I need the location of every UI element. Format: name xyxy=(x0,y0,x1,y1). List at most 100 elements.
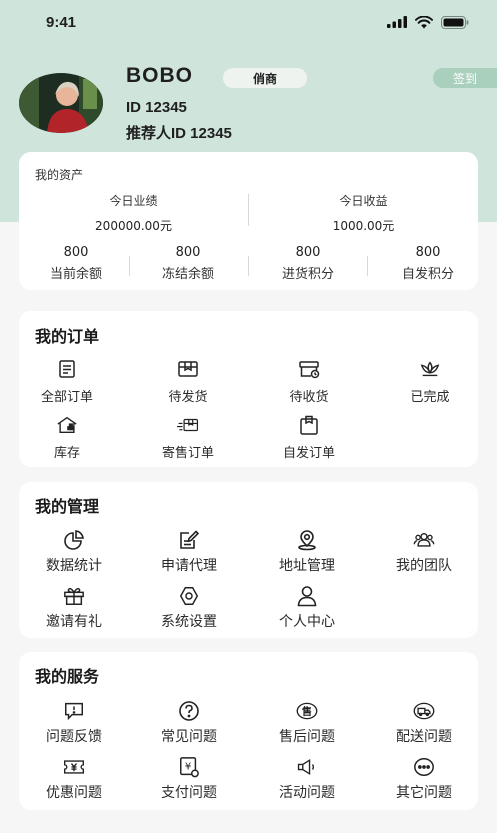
orders-title: 我的订单 xyxy=(35,327,100,346)
order-inventory[interactable]: 库存 xyxy=(19,414,115,461)
question-icon xyxy=(178,700,200,722)
order-to-ship[interactable]: 待发货 xyxy=(140,358,236,405)
referrer-id: 推荐人ID 12345 xyxy=(126,125,232,142)
bag-icon xyxy=(298,414,320,436)
grid-item-label: 申请代理 xyxy=(161,558,217,574)
divider xyxy=(129,256,130,276)
gear-icon xyxy=(178,585,200,607)
grid-item-label: 售后问题 xyxy=(279,729,335,745)
after-sale-glyph: 售 xyxy=(302,705,312,718)
service-after-sale[interactable]: 售 售后问题 xyxy=(259,700,355,746)
orders-card: 我的订单 全部订单 待发货 待收货 已完成 库存 寄售订单 自发订单 xyxy=(19,311,478,467)
grid-item-label: 库存 xyxy=(53,446,80,461)
balance-current[interactable]: 800 当前余额 xyxy=(19,245,133,282)
team-icon xyxy=(413,529,435,551)
edit-form-icon xyxy=(178,529,200,551)
grid-item-label: 全部订单 xyxy=(40,390,93,405)
delivery-box-icon xyxy=(298,358,320,380)
service-activity[interactable]: 活动问题 xyxy=(259,756,355,802)
today-income-value: 1000.00元 xyxy=(332,219,395,233)
service-other[interactable]: 其它问题 xyxy=(376,756,472,802)
mgmt-apply-agent[interactable]: 申请代理 xyxy=(141,529,237,575)
balance-value: 800 xyxy=(415,245,441,260)
battery-icon xyxy=(441,15,469,29)
order-self-issued[interactable]: 自发订单 xyxy=(261,414,357,461)
divider xyxy=(367,256,368,276)
order-all[interactable]: 全部订单 xyxy=(19,358,115,405)
grid-item-label: 活动问题 xyxy=(279,785,335,801)
role-badge: 俏商 xyxy=(223,68,307,88)
warehouse-icon xyxy=(56,414,78,436)
grid-item-label: 系统设置 xyxy=(161,614,217,630)
grid-item-label: 已完成 xyxy=(410,390,450,405)
balance-value: 800 xyxy=(63,245,89,260)
service-faq[interactable]: 常见问题 xyxy=(141,700,237,746)
service-feedback[interactable]: 问题反馈 xyxy=(26,700,122,746)
megaphone-icon xyxy=(296,756,318,778)
mgmt-invite[interactable]: 邀请有礼 xyxy=(26,585,122,631)
service-delivery[interactable]: 配送问题 xyxy=(376,700,472,746)
wifi-icon xyxy=(415,15,433,29)
balance-value: 800 xyxy=(175,245,201,260)
assets-card: 我的资产 今日业绩 200000.00元 今日收益 1000.00元 800 当… xyxy=(19,152,478,290)
mgmt-personal-center[interactable]: 个人中心 xyxy=(259,585,355,631)
balance-label: 自发积分 xyxy=(401,267,454,282)
today-performance-label: 今日业绩 xyxy=(109,194,158,208)
order-completed[interactable]: 已完成 xyxy=(382,358,478,405)
order-to-receive[interactable]: 待收货 xyxy=(261,358,357,405)
mgmt-settings[interactable]: 系统设置 xyxy=(141,585,237,631)
mgmt-team[interactable]: 我的团队 xyxy=(376,529,472,575)
status-bar: 9:41 xyxy=(0,0,497,44)
signal-icon xyxy=(387,16,407,28)
grid-item-label: 问题反馈 xyxy=(46,729,102,745)
avatar[interactable] xyxy=(19,73,103,133)
grid-item-label: 待收货 xyxy=(289,390,329,405)
today-performance[interactable]: 今日业绩 200000.00元 xyxy=(19,192,248,234)
lotus-icon xyxy=(419,358,441,380)
grid-item-label: 邀请有礼 xyxy=(46,614,102,630)
service-discount[interactable]: 优惠问题 xyxy=(26,756,122,802)
grid-item-label: 地址管理 xyxy=(279,558,335,574)
document-icon xyxy=(56,358,78,380)
grid-item-label: 常见问题 xyxy=(161,729,217,745)
balance-self-points[interactable]: 800 自发积分 xyxy=(371,245,485,282)
mgmt-address[interactable]: 地址管理 xyxy=(259,529,355,575)
after-sale-icon: 售 xyxy=(296,700,318,722)
today-performance-value: 200000.00元 xyxy=(95,219,172,233)
user-icon xyxy=(296,585,318,607)
balance-label: 冻结余额 xyxy=(161,267,214,282)
order-consignment[interactable]: 寄售订单 xyxy=(140,414,236,461)
grid-item-label: 数据统计 xyxy=(46,558,102,574)
payment-glyph: ¥ xyxy=(185,761,191,772)
location-icon xyxy=(296,529,318,551)
grid-item-label: 支付问题 xyxy=(161,785,217,801)
profile-name: BOBO xyxy=(126,64,193,87)
grid-item-label: 优惠问题 xyxy=(46,785,102,801)
balance-label: 进货积分 xyxy=(281,267,334,282)
payment-icon: ¥ xyxy=(178,756,200,778)
grid-item-label: 待发货 xyxy=(168,390,208,405)
balance-label: 当前余额 xyxy=(49,267,102,282)
assets-title: 我的资产 xyxy=(35,168,84,182)
today-income[interactable]: 今日收益 1000.00元 xyxy=(249,192,478,234)
pie-chart-icon xyxy=(63,529,85,551)
gift-icon xyxy=(63,585,85,607)
today-income-label: 今日收益 xyxy=(339,194,388,208)
divider xyxy=(248,256,249,276)
grid-item-label: 配送问题 xyxy=(396,729,452,745)
status-icons xyxy=(387,15,469,29)
feedback-icon xyxy=(63,700,85,722)
grid-item-label: 个人中心 xyxy=(279,614,335,630)
signin-button[interactable]: 签到 xyxy=(433,68,497,88)
grid-item-label: 寄售订单 xyxy=(161,446,214,461)
grid-item-label: 自发订单 xyxy=(282,446,335,461)
management-title: 我的管理 xyxy=(35,497,100,516)
grid-item-label: 我的团队 xyxy=(396,558,452,574)
service-payment[interactable]: ¥ 支付问题 xyxy=(141,756,237,802)
balance-value: 800 xyxy=(295,245,321,260)
mgmt-statistics[interactable]: 数据统计 xyxy=(26,529,122,575)
more-icon xyxy=(413,756,435,778)
package-icon xyxy=(177,358,199,380)
balance-frozen[interactable]: 800 冻结余额 xyxy=(131,245,245,282)
balance-purchase-points[interactable]: 800 进货积分 xyxy=(251,245,365,282)
